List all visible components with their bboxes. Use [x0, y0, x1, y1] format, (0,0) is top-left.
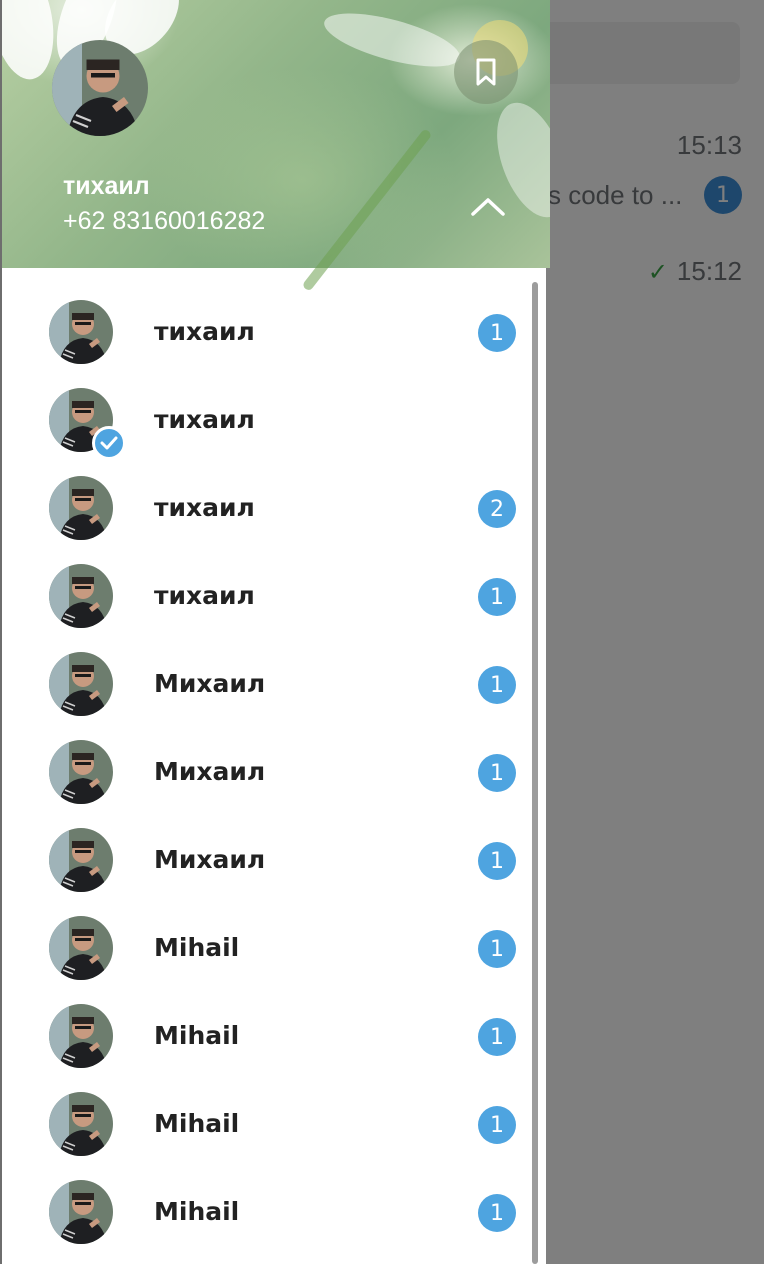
unread-badge: 1 [478, 930, 516, 968]
account-name: тихаил [154, 405, 255, 434]
account-name: тихаил [154, 581, 255, 610]
navigation-drawer: тихаил +62 83160016282 тихаил 1 тихаил ти… [2, 0, 550, 1264]
account-name: Михаил [154, 669, 266, 698]
profile-avatar[interactable] [52, 40, 148, 136]
account-name: Михаил [154, 845, 266, 874]
drawer-edge [546, 268, 550, 1264]
unread-badge: 1 [478, 1194, 516, 1232]
account-avatar [49, 1092, 113, 1156]
account-name: Mihail [154, 1109, 240, 1138]
account-item[interactable]: Mihail 1 [2, 992, 532, 1080]
account-item[interactable]: Mihail 1 [2, 1080, 532, 1168]
account-avatar [49, 652, 113, 716]
flower-decoration [2, 0, 62, 85]
account-name: тихаил [154, 317, 255, 346]
profile-name: тихаил [63, 172, 150, 200]
flower-decoration [319, 2, 465, 78]
account-name: Mihail [154, 1021, 240, 1050]
chevron-up-icon [471, 198, 505, 216]
account-avatar [49, 476, 113, 540]
unread-badge: 1 [478, 842, 516, 880]
profile-phone: +62 83160016282 [63, 207, 266, 235]
unread-badge: 1 [478, 314, 516, 352]
unread-badge: 1 [478, 1018, 516, 1056]
scrollbar[interactable] [532, 282, 538, 1264]
drawer-header: тихаил +62 83160016282 [2, 0, 550, 292]
active-account-check-icon [92, 426, 126, 460]
account-item[interactable]: тихаил 1 [2, 288, 532, 376]
account-item[interactable]: тихаил [2, 376, 532, 464]
unread-badge: 1 [478, 1106, 516, 1144]
account-item[interactable]: Михаил 1 [2, 640, 532, 728]
account-avatar [49, 300, 113, 364]
account-item[interactable]: Mihail 1 [2, 1168, 532, 1256]
saved-messages-button[interactable] [454, 40, 518, 104]
account-item[interactable]: Михаил 1 [2, 816, 532, 904]
collapse-accounts-button[interactable] [464, 182, 512, 230]
flower-decoration [301, 128, 433, 292]
account-avatar [49, 740, 113, 804]
bookmark-icon [476, 58, 496, 86]
account-item[interactable]: Михаил 1 [2, 728, 532, 816]
account-item[interactable]: тихаил 1 [2, 552, 532, 640]
unread-badge: 2 [478, 490, 516, 528]
account-avatar [49, 564, 113, 628]
account-avatar [49, 828, 113, 892]
account-avatar [49, 1180, 113, 1244]
account-name: Михаил [154, 757, 266, 786]
account-item[interactable]: тихаил 2 [2, 464, 532, 552]
account-name: Mihail [154, 933, 240, 962]
account-name: Mihail [154, 1197, 240, 1226]
unread-badge: 1 [478, 666, 516, 704]
account-avatar [49, 1004, 113, 1068]
account-item[interactable]: Mihail 1 [2, 904, 532, 992]
unread-badge: 1 [478, 578, 516, 616]
account-avatar [49, 916, 113, 980]
unread-badge: 1 [478, 754, 516, 792]
account-name: тихаил [154, 493, 255, 522]
